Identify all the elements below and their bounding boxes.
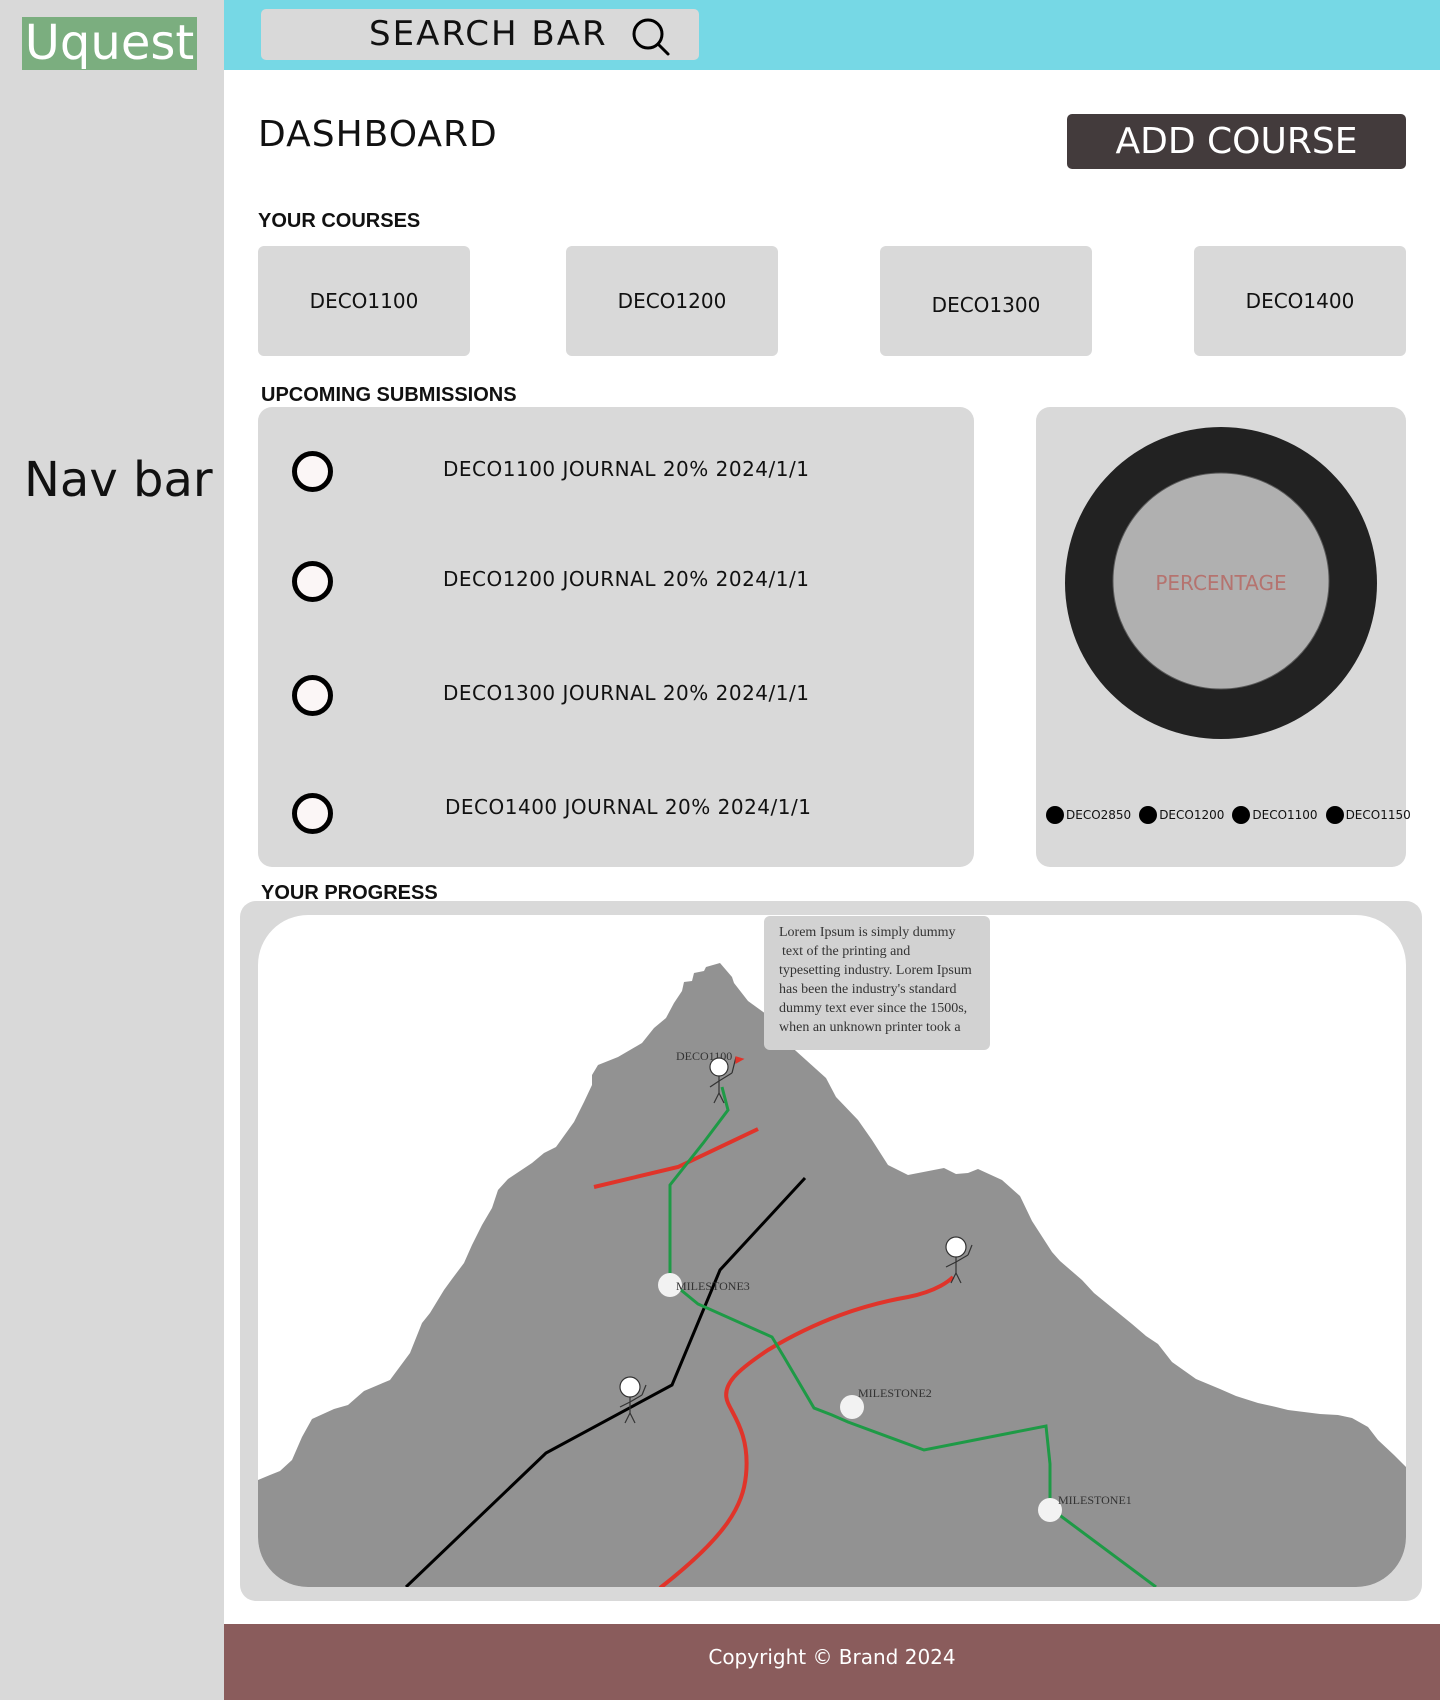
legend-dot xyxy=(1232,806,1251,824)
submission-row: DECO1100 JOURNAL 20% 2024/1/1 xyxy=(258,445,974,495)
your-courses-heading: YOUR COURSES xyxy=(258,210,421,232)
submissions-panel: DECO1100 JOURNAL 20% 2024/1/1 DECO1200 J… xyxy=(258,407,974,867)
percentage-ring: PERCENTAGE xyxy=(1065,427,1377,739)
legend-label: DECO1150 xyxy=(1345,808,1411,822)
submission-text: DECO1400 JOURNAL 20% 2024/1/1 xyxy=(445,795,812,819)
footer: Copyright © Brand 2024 xyxy=(224,1624,1440,1700)
search-bar[interactable]: SEARCH BAR xyxy=(261,9,699,60)
legend-item: DECO1200 xyxy=(1139,806,1224,824)
app-logo[interactable]: Uquest xyxy=(22,17,197,70)
percentage-label: PERCENTAGE xyxy=(1155,571,1286,595)
legend-item: DECO2850 xyxy=(1046,806,1131,824)
legend-item: DECO1150 xyxy=(1325,806,1411,824)
search-bar-label: SEARCH BAR xyxy=(369,14,608,54)
legend-label: DECO1200 xyxy=(1159,808,1225,822)
info-text-line: dummy text ever since the 1500s, xyxy=(779,1001,967,1016)
legend-item: DECO1100 xyxy=(1232,806,1318,824)
milestone1-label: MILESTONE1 xyxy=(1058,1493,1132,1507)
submission-checkbox[interactable] xyxy=(292,793,333,834)
submission-row: DECO1200 JOURNAL 20% 2024/1/1 xyxy=(258,555,974,605)
course-card-deco1100[interactable]: DECO1100 xyxy=(258,246,470,356)
upcoming-submissions-heading: UPCOMING SUBMISSIONS xyxy=(261,384,517,406)
add-course-button[interactable]: ADD COURSE xyxy=(1067,114,1406,169)
submission-checkbox[interactable] xyxy=(292,675,333,716)
copyright-text: Copyright © Brand 2024 xyxy=(708,1645,956,1669)
submission-text: DECO1100 JOURNAL 20% 2024/1/1 xyxy=(443,457,810,481)
search-icon[interactable] xyxy=(631,17,671,57)
info-text-line: typesetting industry. Lorem Ipsum xyxy=(779,963,972,978)
submission-checkbox[interactable] xyxy=(292,561,333,602)
legend-dot xyxy=(1139,806,1158,824)
course-card-deco1200[interactable]: DECO1200 xyxy=(566,246,778,356)
info-text-line: text of the printing and xyxy=(782,944,910,959)
legend-label: DECO2850 xyxy=(1066,808,1132,822)
milestone3-label: MILESTONE3 xyxy=(676,1279,750,1293)
submission-text: DECO1300 JOURNAL 20% 2024/1/1 xyxy=(443,681,810,705)
sidebar-nav: Uquest Nav bar xyxy=(0,0,224,1700)
progress-map: MILESTONE3 MILESTONE2 MILESTONE1 DECO110… xyxy=(258,915,1406,1587)
percentage-legend: DECO2850 DECO1200 DECO1100 DECO1150 xyxy=(1046,805,1411,825)
info-text-line: has been the industry's standard xyxy=(779,982,956,997)
nav-bar-label: Nav bar xyxy=(24,452,213,508)
legend-dot xyxy=(1325,806,1344,824)
course-card-deco1300[interactable]: DECO1300 xyxy=(880,246,1092,356)
info-text-line: Lorem Ipsum is simply dummy xyxy=(779,925,956,940)
submission-row: DECO1400 JOURNAL 20% 2024/1/1 xyxy=(258,787,974,837)
submission-text: DECO1200 JOURNAL 20% 2024/1/1 xyxy=(443,567,810,591)
info-text-line: when an unknown printer took a xyxy=(779,1020,961,1035)
legend-label: DECO1100 xyxy=(1252,808,1318,822)
legend-dot xyxy=(1046,806,1064,824)
page-title: DASHBOARD xyxy=(258,114,498,155)
milestone2-label: MILESTONE2 xyxy=(858,1386,932,1400)
submission-checkbox[interactable] xyxy=(292,451,333,492)
submission-row: DECO1300 JOURNAL 20% 2024/1/1 xyxy=(258,669,974,719)
course-card-deco1400[interactable]: DECO1400 xyxy=(1194,246,1406,356)
